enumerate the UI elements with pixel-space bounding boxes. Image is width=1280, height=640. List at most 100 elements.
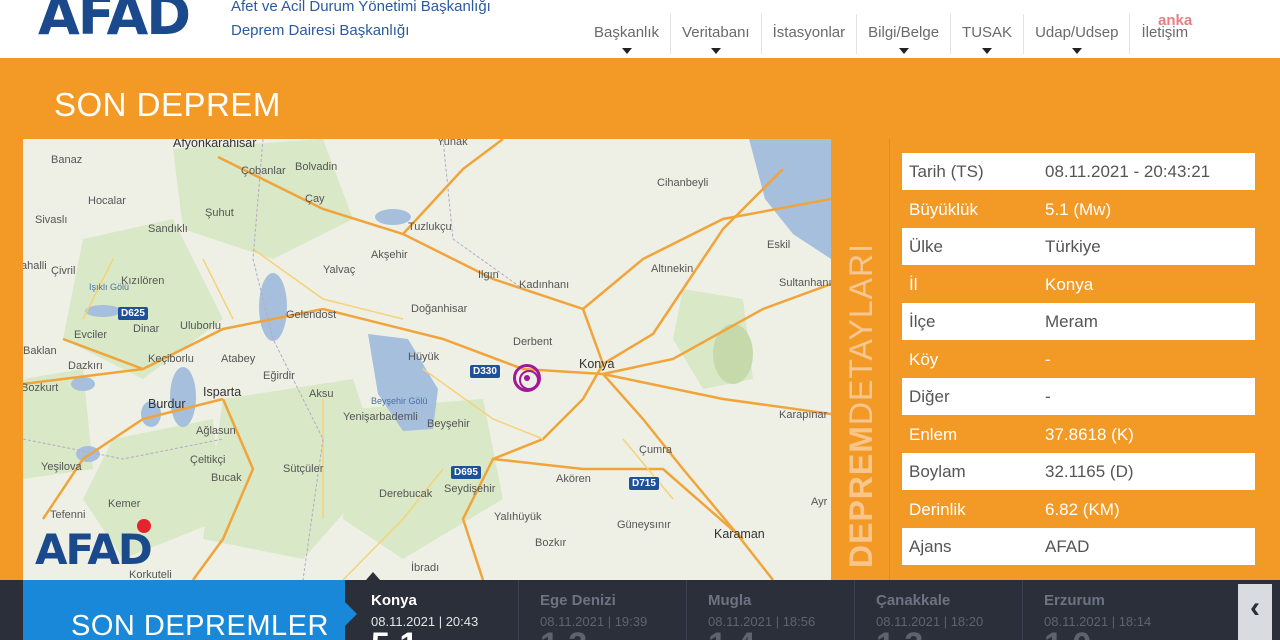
recent-item[interactable]: Konya 08.11.2021 | 20:43 5.1 (350, 572, 518, 640)
detail-key: Derinlik (909, 500, 966, 519)
place-label: Hocalar (88, 195, 126, 207)
watermark: anka (1158, 12, 1193, 29)
lake-label: Beyşehir Gölü (371, 396, 428, 406)
detail-value: AFAD (1045, 537, 1090, 556)
caret-down-icon (898, 48, 909, 54)
detail-value: 5.1 (Mw) (1045, 200, 1112, 219)
place-label: Tefenni (50, 509, 86, 521)
place-label: Yenişarbademli (343, 411, 418, 423)
detail-row-village: Köy - (902, 341, 1255, 378)
caret-down-icon (982, 48, 993, 54)
recent-earthquakes-title: SON DEPREMLER (71, 610, 329, 640)
nav-item-veritabani[interactable]: Veritabanı (670, 14, 761, 54)
place-label: Altınekin (651, 263, 694, 275)
org-line-2: Deprem Dairesi Başkanlığı (231, 22, 410, 39)
map-afad-logo: AFAD (35, 525, 153, 574)
city-label-burdur: Burdur (148, 397, 186, 411)
recent-item-magnitude: 5.1 (371, 626, 418, 640)
earthquake-map[interactable]: Afyonkarahisar Banaz Bolvadin Çobanlar Ç… (23, 139, 831, 580)
detail-key: İl (909, 275, 918, 294)
place-label: Sandıklı (148, 223, 188, 235)
detail-key: Enlem (909, 425, 958, 444)
recent-item-location: Konya (371, 592, 417, 609)
place-label: Ilgın (478, 269, 499, 281)
place-label: Evciler (74, 329, 108, 341)
place-label: Şuhut (205, 207, 234, 219)
recent-earthquakes-bar: SON DEPREMLER Konya 08.11.2021 | 20:43 5… (0, 572, 1280, 640)
place-label: Dazkırı (68, 360, 103, 372)
recent-item[interactable]: Mugla 08.11.2021 | 18:56 1.4 (686, 580, 854, 640)
nav-item-istasyonlar[interactable]: İstasyonlar (760, 14, 857, 54)
detail-row-district: İlçe Meram (902, 303, 1255, 340)
detail-row-date: Tarih (TS) 08.11.2021 - 20:43:21 (902, 153, 1255, 190)
recent-earthquakes-heading: SON DEPREMLER (23, 580, 357, 640)
nav-item-udap-udsep[interactable]: Udap/Udsep (1023, 14, 1129, 54)
place-label: Yeşilova (41, 461, 82, 473)
place-label: Banaz (51, 154, 83, 166)
place-label: Sultanhanı (779, 277, 831, 289)
place-label: Derebucak (379, 488, 433, 500)
recent-item-location: Ege Denizi (540, 592, 616, 609)
main-nav: Başkanlık Veritabanı İstasyonlar Bilgi/B… (583, 14, 1199, 54)
detail-value: Konya (1045, 275, 1094, 294)
place-label: Gelendost (286, 309, 337, 321)
afad-logo[interactable]: AFAD (38, 0, 191, 47)
site-header: AFAD Afet ve Acil Durum Yönetimi Başkanl… (0, 0, 1280, 58)
detail-value: 32.1165 (D) (1045, 462, 1134, 481)
place-label: Akören (556, 473, 591, 485)
details-vertical-heading: DEPREMDETAYLARI (843, 243, 880, 568)
place-label: Bolvadin (295, 161, 338, 173)
place-label: Doğanhisar (411, 303, 468, 315)
place-label: Çeltikçi (190, 454, 226, 466)
place-label: Yalvaç (323, 264, 356, 276)
place-label: Tuzlukçu (408, 221, 452, 233)
detail-row-province: İl Konya (902, 266, 1255, 303)
place-label: Eğirdir (263, 370, 295, 382)
detail-row-depth: Derinlik 6.82 (KM) (902, 491, 1255, 528)
place-label: Bozkır (535, 537, 567, 549)
recent-item-location: Çanakkale (876, 592, 951, 609)
recent-item[interactable]: Ege Denizi 08.11.2021 | 19:39 1.3 (518, 580, 686, 640)
caret-down-icon (621, 48, 632, 54)
chevron-left-icon[interactable]: ‹ (1238, 584, 1272, 640)
place-label: Afyonkarahisar (173, 139, 257, 150)
detail-value: 08.11.2021 - 20:43:21 (1045, 162, 1211, 181)
detail-key: Köy (909, 350, 939, 369)
detail-value: 37.8618 (K) (1045, 425, 1134, 444)
recent-item[interactable]: Çanakkale 08.11.2021 | 18:20 1.3 (854, 580, 1022, 640)
recent-item[interactable]: Erzurum 08.11.2021 | 18:14 1.0 (1022, 580, 1190, 640)
nav-label: Udap/Udsep (1035, 24, 1119, 41)
detail-value: Meram (1045, 312, 1098, 331)
place-label: Beyşehir (427, 418, 470, 430)
road-shield: D695 (451, 466, 481, 479)
city-label-konya: Konya (579, 357, 615, 371)
recent-item-location: Erzurum (1044, 592, 1105, 609)
place-label: İbradı (411, 562, 440, 574)
recent-item-magnitude: 1.3 (876, 626, 923, 640)
epicenter-marker-icon[interactable] (513, 364, 541, 392)
nav-item-tusak[interactable]: TUSAK (950, 14, 1023, 54)
detail-key: Ülke (909, 237, 944, 256)
nav-item-bilgi-belge[interactable]: Bilgi/Belge (856, 14, 950, 54)
recent-item-magnitude: 1.0 (1044, 626, 1091, 640)
place-label: Baklan (23, 345, 57, 357)
place-label: Bozkurt (23, 382, 59, 394)
place-label: Kadınhanı (519, 279, 570, 291)
organization-name: Afet ve Acil Durum Yönetimi Başkanlığı D… (231, 0, 491, 43)
detail-value: Türkiye (1045, 237, 1101, 256)
detail-key: İlçe (909, 312, 936, 331)
road-shield: D715 (629, 477, 659, 490)
detail-key: Ajans (909, 537, 952, 556)
place-label: Dinar (133, 323, 160, 335)
detail-row-other: Diğer - (902, 378, 1255, 415)
place-label: Seydişehir (444, 483, 496, 495)
recent-item-magnitude: 1.4 (708, 626, 755, 640)
place-label: Ayr (811, 496, 828, 508)
place-label: Keçiborlu (148, 353, 194, 365)
detail-value: 6.82 (KM) (1045, 500, 1120, 519)
road-shield: D625 (118, 307, 148, 320)
place-label: Akşehir (371, 249, 408, 261)
place-label: Cihanbeyli (657, 177, 709, 189)
nav-item-baskanlik[interactable]: Başkanlık (583, 14, 670, 54)
detail-key: Tarih (TS) (909, 162, 984, 181)
